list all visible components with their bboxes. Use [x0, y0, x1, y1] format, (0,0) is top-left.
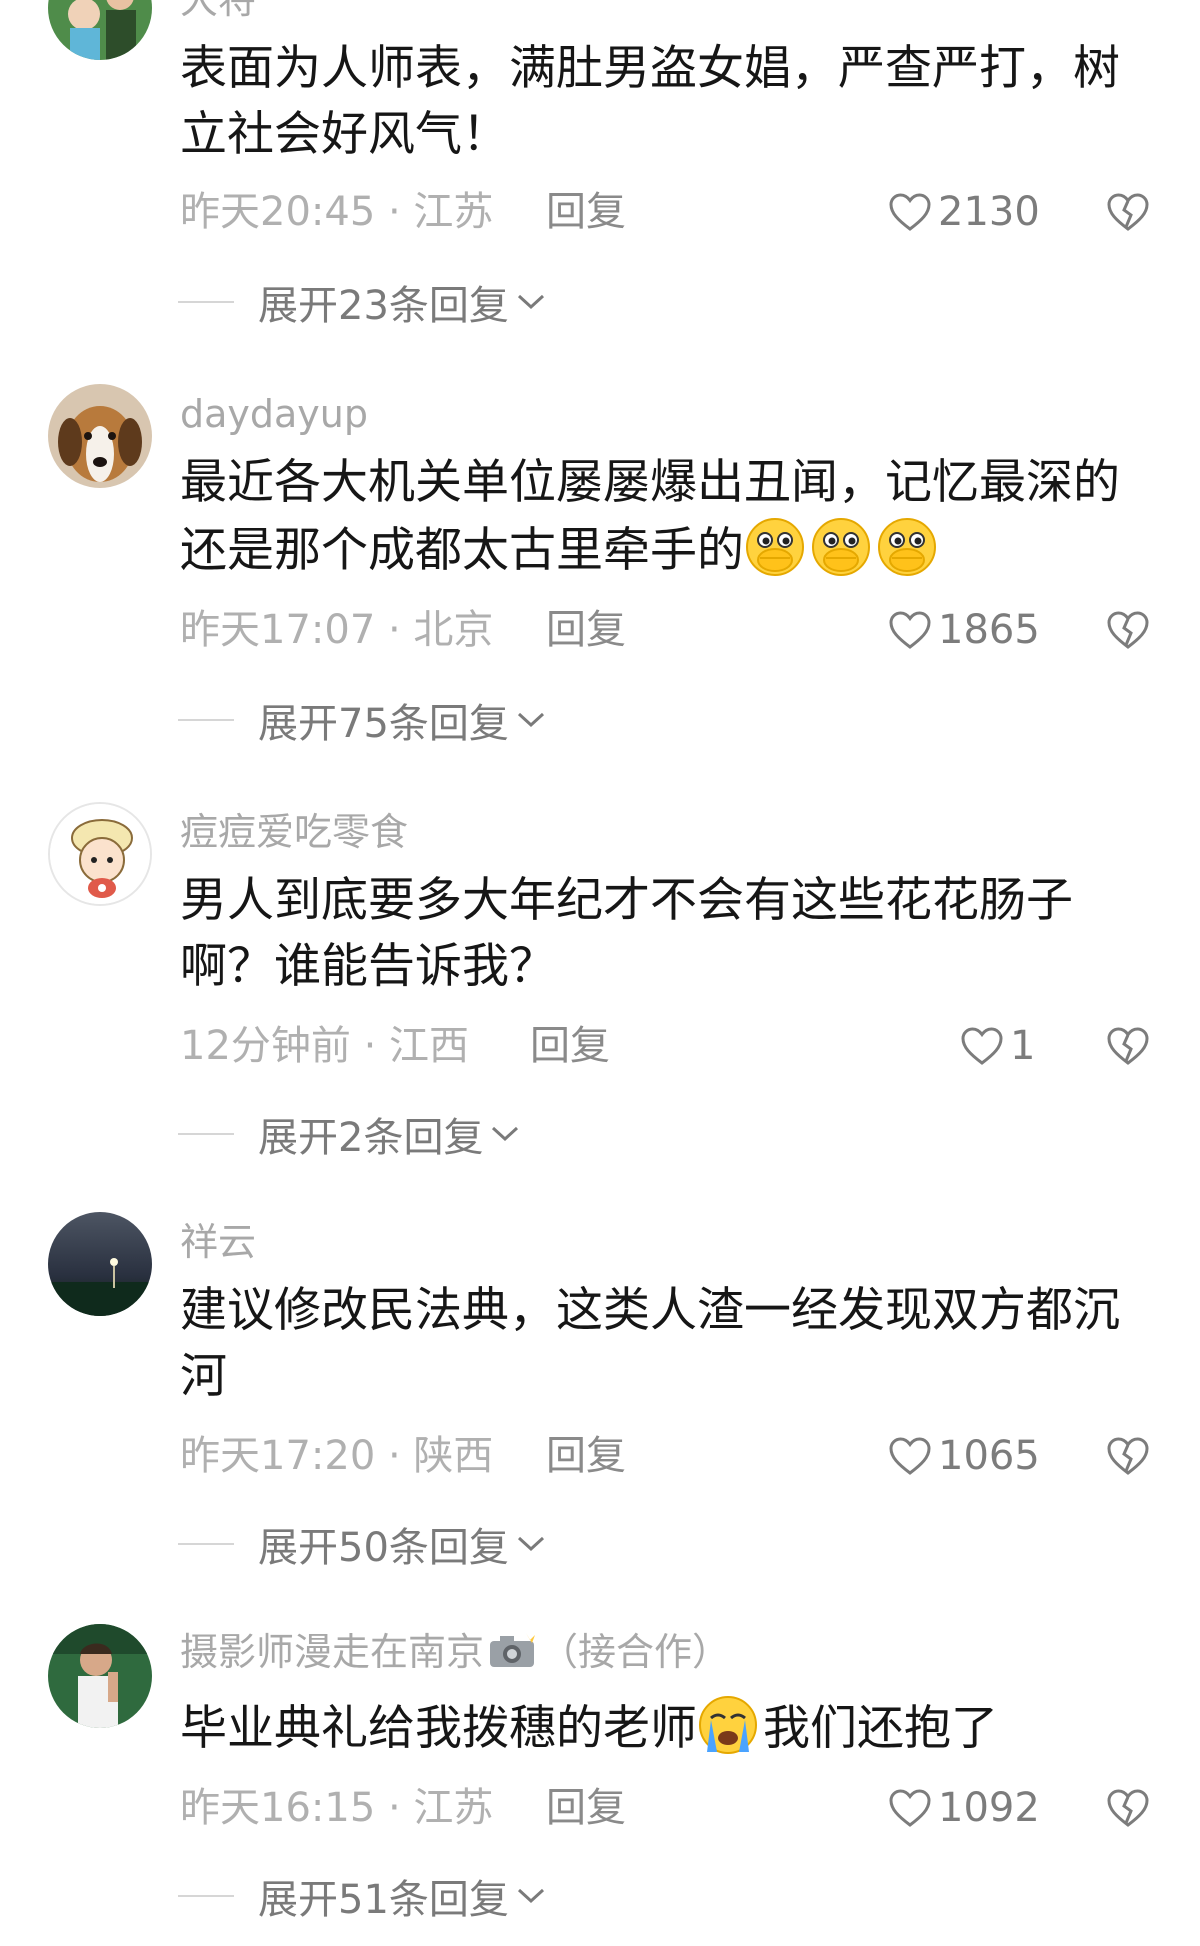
hand-over-mouth-emoji-icon — [878, 518, 936, 576]
comment-text: 毕业典礼给我拨穗的老师 我们还抱了 — [180, 1694, 1140, 1762]
expand-replies-label: 展开23条回复 — [258, 283, 509, 329]
expand-replies-button[interactable]: 展开23条回复 — [258, 276, 547, 329]
avatar-image — [48, 0, 152, 60]
divider — [178, 1543, 234, 1545]
comment-text-part: 毕业典礼给我拨穗的老师 — [180, 1701, 697, 1756]
expand-replies-label: 展开75条回复 — [258, 701, 509, 747]
hand-over-mouth-emoji-icon — [746, 518, 804, 576]
comment-feed: 大将 表面为人师表，满肚男盗女娼，严查严打，树立社会好风气！ 昨天20:45 ·… — [0, 0, 1200, 1946]
divider — [178, 301, 234, 303]
expand-replies-button[interactable]: 展开75条回复 — [258, 694, 547, 747]
like-count: 1865 — [938, 607, 1040, 653]
comment-meta: 12分钟前 · 江西 — [180, 1023, 470, 1069]
divider — [178, 719, 234, 721]
heart-outline-icon — [889, 1437, 931, 1475]
reply-button[interactable]: 回复 — [530, 1020, 610, 1072]
comment-text-content: 最近各大机关单位屡屡爆出丑闻，记忆最深的还是那个成都太古里牵手的 — [180, 455, 1120, 578]
avatar[interactable] — [48, 0, 152, 60]
avatar[interactable] — [48, 802, 152, 906]
like-button[interactable]: 1 — [960, 1020, 1035, 1072]
comment-text: 男人到底要多大年纪才不会有这些花花肠子啊？谁能告诉我？ — [180, 873, 1073, 994]
username-text: 摄影师漫走在南京 — [180, 1630, 485, 1674]
chevron-down-icon — [517, 1536, 544, 1552]
chevron-down-icon — [517, 294, 544, 310]
reply-button[interactable]: 回复 — [546, 1430, 626, 1482]
camera-flash-icon — [490, 1633, 536, 1667]
dislike-button[interactable] — [1104, 604, 1152, 656]
heart-outline-icon — [889, 1789, 931, 1827]
chevron-down-icon — [517, 1888, 544, 1904]
like-count: 2130 — [938, 189, 1040, 235]
broken-heart-icon — [1107, 1789, 1149, 1827]
like-button[interactable]: 1865 — [888, 604, 1040, 656]
heart-outline-icon — [889, 193, 931, 231]
comment-text-part: 我们还抱了 — [763, 1701, 998, 1756]
avatar-image — [48, 384, 152, 488]
avatar[interactable] — [48, 384, 152, 488]
dislike-button[interactable] — [1104, 186, 1152, 238]
crying-face-emoji-icon — [699, 1696, 757, 1754]
avatar[interactable] — [48, 1212, 152, 1316]
expand-replies-button[interactable]: 展开51条回复 — [258, 1870, 547, 1923]
like-button[interactable]: 1065 — [888, 1430, 1040, 1482]
avatar[interactable] — [48, 1624, 152, 1728]
like-count: 1 — [1010, 1023, 1036, 1069]
avatar-image — [48, 1212, 152, 1316]
expand-replies-label: 展开50条回复 — [258, 1525, 509, 1571]
avatar-image — [48, 1624, 152, 1728]
like-button[interactable]: 2130 — [888, 186, 1040, 238]
expand-replies-label: 展开2条回复 — [258, 1115, 484, 1161]
broken-heart-icon — [1107, 193, 1149, 231]
username[interactable]: 祥云 — [180, 1218, 256, 1266]
comment-meta: 昨天17:20 · 陕西 — [180, 1433, 494, 1479]
hand-over-mouth-emoji-icon — [812, 518, 870, 576]
dislike-button[interactable] — [1104, 1782, 1152, 1834]
expand-replies-button[interactable]: 展开50条回复 — [258, 1518, 547, 1571]
avatar-image — [50, 804, 150, 904]
like-count: 1092 — [938, 1785, 1040, 1831]
comment-text: 最近各大机关单位屡屡爆出丑闻，记忆最深的还是那个成都太古里牵手的 — [180, 450, 1140, 584]
username[interactable]: daydayup — [180, 390, 368, 438]
heart-outline-icon — [889, 611, 931, 649]
broken-heart-icon — [1107, 1027, 1149, 1065]
heart-outline-icon — [961, 1027, 1003, 1065]
comment-meta: 昨天20:45 · 江苏 — [180, 189, 494, 235]
expand-replies-button[interactable]: 展开2条回复 — [258, 1108, 521, 1161]
expand-replies-label: 展开51条回复 — [258, 1877, 509, 1923]
username[interactable]: 痘痘爱吃零食 — [180, 808, 408, 856]
reply-button[interactable]: 回复 — [546, 604, 626, 656]
like-count: 1065 — [938, 1433, 1040, 1479]
reply-button[interactable]: 回复 — [546, 186, 626, 238]
divider — [178, 1133, 234, 1135]
comment-text: 表面为人师表，满肚男盗女娼，严查严打，树立社会好风气！ — [180, 41, 1120, 162]
reply-button[interactable]: 回复 — [546, 1782, 626, 1834]
dislike-button[interactable] — [1104, 1430, 1152, 1482]
comment-meta: 昨天17:07 · 北京 — [180, 607, 494, 653]
username[interactable]: 摄影师漫走在南京 （接合作） — [180, 1628, 730, 1676]
comment-meta: 昨天16:15 · 江苏 — [180, 1785, 494, 1831]
username-suffix: （接合作） — [540, 1630, 731, 1674]
broken-heart-icon — [1107, 611, 1149, 649]
comment-text: 建议修改民法典，这类人渣一经发现双方都沉河 — [180, 1283, 1120, 1404]
username[interactable]: 大将 — [180, 0, 256, 24]
like-button[interactable]: 1092 — [888, 1782, 1040, 1834]
divider — [178, 1895, 234, 1897]
chevron-down-icon — [517, 712, 544, 728]
broken-heart-icon — [1107, 1437, 1149, 1475]
chevron-down-icon — [492, 1126, 519, 1142]
dislike-button[interactable] — [1104, 1020, 1152, 1072]
